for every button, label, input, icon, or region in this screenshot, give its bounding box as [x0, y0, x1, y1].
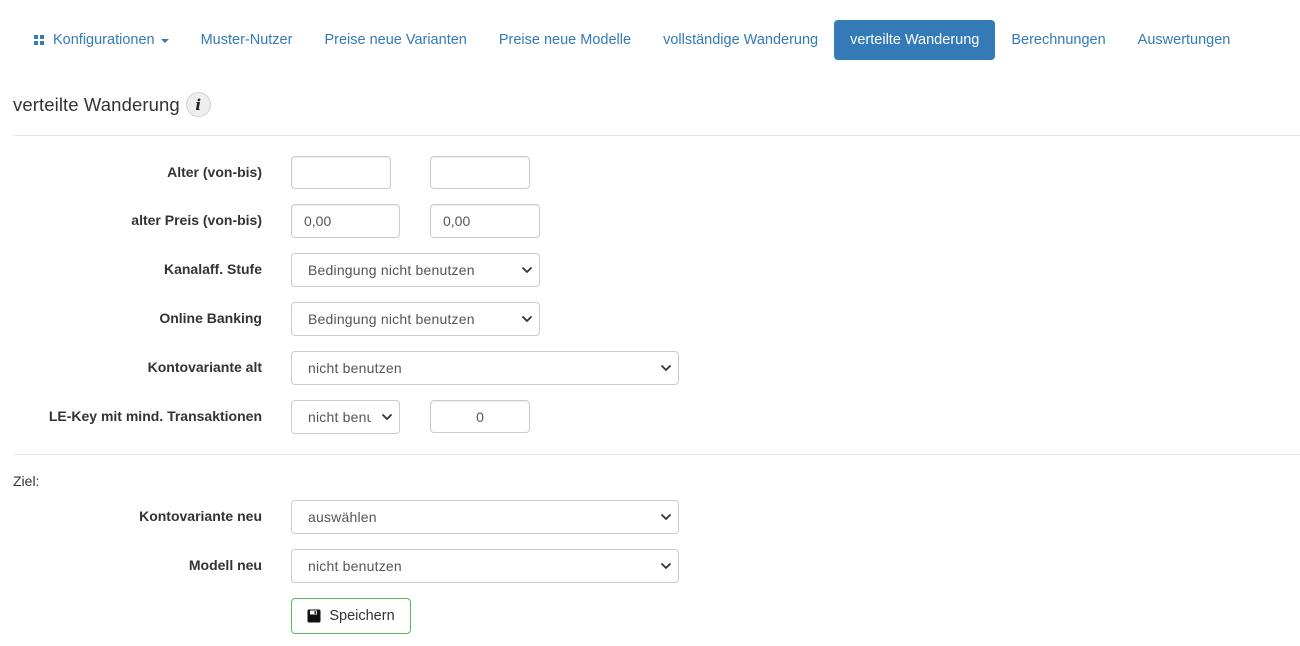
- nav-item-berechnungen[interactable]: Berechnungen: [995, 20, 1121, 60]
- preis-label: alter Preis (von-bis): [131, 212, 262, 228]
- kontovariante-neu-label: Kontovariante neu: [139, 508, 262, 524]
- chevron-down-icon: [661, 563, 671, 569]
- info-icon[interactable]: i: [185, 92, 211, 117]
- select-value: auswählen: [308, 509, 377, 525]
- chevron-down-icon: [661, 365, 671, 371]
- nav-item-preise-neue-varianten[interactable]: Preise neue Varianten: [308, 20, 482, 60]
- main-nav: Konfigurationen Muster-Nutzer Preise neu…: [18, 20, 1246, 60]
- select-value: nicht benutzen: [308, 409, 371, 425]
- page-header: verteilte Wanderung i: [13, 92, 211, 117]
- online-banking-label: Online Banking: [159, 310, 262, 326]
- divider: [13, 454, 1300, 455]
- kontovariante-neu-select[interactable]: auswählen: [291, 500, 679, 534]
- lekey-label: LE-Key mit mind. Transaktionen: [48, 408, 262, 424]
- nav-item-label: Konfigurationen: [53, 32, 155, 48]
- kanalaff-label: Kanalaff. Stufe: [163, 261, 262, 277]
- ziel-heading: Ziel:: [13, 473, 40, 489]
- nav-item-konfigurationen[interactable]: Konfigurationen: [18, 20, 185, 60]
- chevron-down-icon: [382, 414, 392, 420]
- select-value: nicht benutzen: [308, 360, 402, 376]
- preis-from-input[interactable]: [291, 204, 400, 238]
- nav-item-muster-nutzer[interactable]: Muster-Nutzer: [185, 20, 309, 60]
- select-value: nicht benutzen: [308, 558, 402, 574]
- chevron-down-icon: [661, 514, 671, 520]
- nav-item-verteilte-wanderung[interactable]: verteilte Wanderung: [834, 20, 996, 60]
- select-value: Bedingung nicht benutzen: [308, 311, 475, 327]
- grid-icon: [34, 35, 44, 45]
- save-button-label: Speichern: [329, 608, 395, 624]
- online-banking-select[interactable]: Bedingung nicht benutzen: [291, 302, 540, 336]
- nav-item-preise-neue-modelle[interactable]: Preise neue Modelle: [483, 20, 647, 60]
- kanalaff-select[interactable]: Bedingung nicht benutzen: [291, 253, 540, 287]
- divider: [13, 135, 1300, 136]
- kontovariante-alt-select[interactable]: nicht benutzen: [291, 351, 679, 385]
- modell-neu-label: Modell neu: [188, 557, 262, 573]
- alter-from-input[interactable]: [291, 156, 391, 189]
- lekey-count-input[interactable]: [430, 400, 530, 433]
- modell-neu-select[interactable]: nicht benutzen: [291, 549, 679, 583]
- preis-to-input[interactable]: [430, 204, 540, 238]
- save-button[interactable]: Speichern: [291, 598, 411, 634]
- nav-item-vollstaendige-wanderung[interactable]: vollständige Wanderung: [647, 20, 834, 60]
- lekey-select[interactable]: nicht benutzen: [291, 400, 400, 434]
- chevron-down-icon: [522, 316, 532, 322]
- nav-item-auswertungen[interactable]: Auswertungen: [1122, 20, 1247, 60]
- alter-label: Alter (von-bis): [167, 164, 262, 180]
- select-value: Bedingung nicht benutzen: [308, 262, 475, 278]
- kontovariante-alt-label: Kontovariante alt: [147, 359, 262, 375]
- chevron-down-icon: [522, 267, 532, 273]
- page-title: verteilte Wanderung: [13, 93, 180, 115]
- floppy-disk-icon: [307, 609, 321, 623]
- caret-down-icon: [160, 39, 169, 43]
- alter-to-input[interactable]: [430, 156, 530, 189]
